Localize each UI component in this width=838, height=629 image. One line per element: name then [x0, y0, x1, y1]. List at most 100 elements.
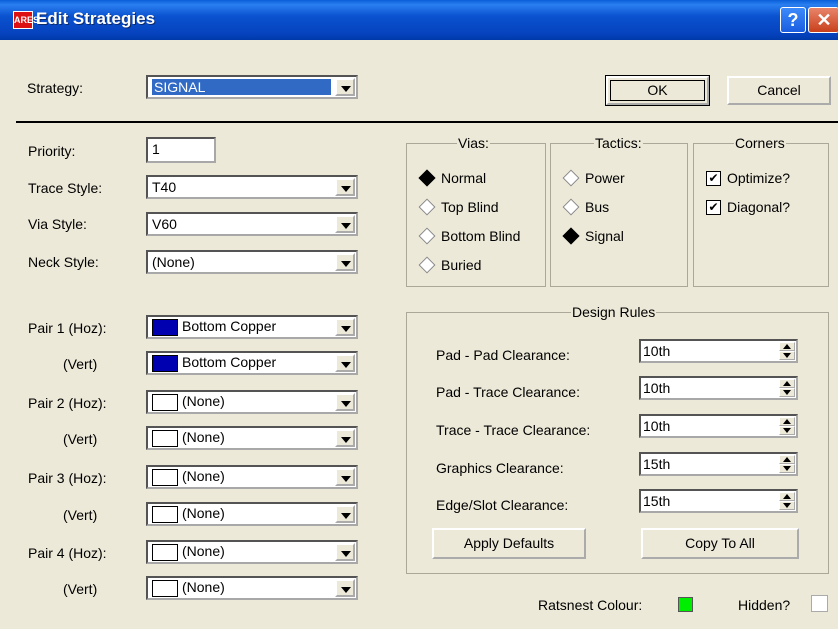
spinner-arrows-icon[interactable]	[779, 417, 795, 435]
chevron-down-icon[interactable]	[335, 215, 355, 233]
clearance-spinner[interactable]: 10th	[639, 414, 798, 438]
layer-color-swatch	[152, 354, 178, 372]
tactics-power-radio[interactable]: Power	[562, 169, 625, 187]
pair-layer-select[interactable]: Bottom Copper	[146, 315, 358, 339]
clearance-value: 10th	[643, 380, 671, 396]
pair-layer-select[interactable]: (None)	[146, 502, 358, 526]
clearance-spinner[interactable]: 15th	[639, 489, 798, 513]
spinner-arrows-icon[interactable]	[779, 492, 795, 510]
design-rule-label: Graphics Clearance:	[436, 460, 564, 476]
chevron-down-icon[interactable]	[335, 429, 355, 447]
ok-button[interactable]: OK	[606, 76, 709, 105]
chevron-down-icon[interactable]	[335, 318, 355, 336]
clearance-spinner[interactable]: 10th	[639, 339, 798, 363]
pair-layer-value: (None)	[152, 393, 225, 411]
diagonal-checkbox[interactable]: ✔ Diagonal?	[706, 199, 790, 216]
vias-group: Vias: Normal Top Blind Bottom Blind Buri…	[406, 135, 546, 287]
radio-label: Bottom Blind	[441, 228, 521, 244]
neck-style-select[interactable]: (None)	[146, 250, 358, 274]
pair-layer-text: (None)	[182, 429, 225, 445]
separator	[16, 121, 838, 123]
via-top-blind-radio[interactable]: Top Blind	[418, 198, 499, 216]
design-rule-label: Trace - Trace Clearance:	[436, 422, 591, 438]
design-rule-label: Pad - Pad Clearance:	[436, 347, 570, 363]
pair-layer-select[interactable]: (None)	[146, 465, 358, 489]
spinner-arrows-icon[interactable]	[779, 379, 795, 397]
via-style-label: Via Style:	[28, 216, 87, 232]
chevron-down-icon[interactable]	[335, 354, 355, 372]
pair-layer-text: (None)	[182, 393, 225, 409]
pair-layer-select[interactable]: Bottom Copper	[146, 351, 358, 375]
trace-style-select[interactable]: T40	[146, 175, 358, 199]
clearance-value: 15th	[643, 493, 671, 509]
layer-color-swatch	[152, 318, 178, 336]
window-title: Edit Strategies	[36, 9, 156, 28]
layer-color-swatch	[152, 579, 178, 597]
via-buried-radio[interactable]: Buried	[418, 256, 482, 274]
chevron-down-icon[interactable]	[335, 543, 355, 561]
pair-layer-text: (None)	[182, 505, 225, 521]
copy-to-all-button[interactable]: Copy To All	[641, 528, 799, 559]
pair-label: (Vert)	[63, 507, 98, 523]
radio-label: Signal	[585, 228, 624, 244]
pair-label: Pair 1 (Hoz):	[28, 320, 107, 336]
clearance-spinner[interactable]: 15th	[639, 452, 798, 476]
pair-layer-select[interactable]: (None)	[146, 540, 358, 564]
chevron-down-icon[interactable]	[335, 78, 355, 96]
pair-layer-select[interactable]: (None)	[146, 426, 358, 450]
pair-layer-text: Bottom Copper	[182, 354, 277, 370]
chevron-down-icon[interactable]	[335, 393, 355, 411]
tactics-signal-radio[interactable]: Signal	[562, 227, 624, 245]
strategy-label: Strategy:	[27, 80, 84, 96]
layer-color-swatch	[152, 468, 178, 486]
strategy-select[interactable]: SIGNAL	[146, 75, 358, 99]
cancel-button[interactable]: Cancel	[727, 76, 831, 105]
radio-label: Buried	[441, 257, 482, 273]
neck-style-label: Neck Style:	[28, 254, 99, 270]
checkbox-label: Diagonal?	[727, 199, 791, 215]
pair-layer-text: (None)	[182, 543, 225, 559]
strategy-value: SIGNAL	[152, 79, 332, 95]
chevron-down-icon[interactable]	[335, 468, 355, 486]
chevron-down-icon[interactable]	[335, 579, 355, 597]
clearance-spinner[interactable]: 10th	[639, 376, 798, 400]
radio-label: Power	[585, 170, 625, 186]
optimize-checkbox[interactable]: ✔ Optimize?	[706, 170, 790, 187]
via-normal-radio[interactable]: Normal	[418, 169, 487, 187]
corners-group: Corners ✔ Optimize? ✔ Diagonal?	[693, 135, 829, 287]
pair-layer-select[interactable]: (None)	[146, 576, 358, 600]
tactics-bus-radio[interactable]: Bus	[562, 198, 609, 216]
pair-layer-value: (None)	[152, 505, 225, 523]
radio-icon	[418, 227, 436, 245]
pair-label: Pair 3 (Hoz):	[28, 470, 107, 486]
chevron-down-icon[interactable]	[335, 253, 355, 271]
close-button[interactable]: ✕	[808, 7, 838, 33]
check-icon: ✔	[706, 170, 721, 186]
pair-label: Pair 2 (Hoz):	[28, 395, 107, 411]
clearance-value: 10th	[643, 418, 671, 434]
pair-label: Pair 4 (Hoz):	[28, 545, 107, 561]
layer-color-swatch	[152, 505, 178, 523]
trace-style-value: T40	[152, 179, 177, 195]
spinner-arrows-icon[interactable]	[779, 455, 795, 473]
chevron-down-icon[interactable]	[335, 178, 355, 196]
hidden-checkbox[interactable]	[811, 595, 828, 612]
ratsnest-colour-swatch[interactable]	[678, 597, 693, 612]
pair-label: (Vert)	[63, 431, 98, 447]
radio-icon	[418, 256, 436, 274]
spinner-arrows-icon[interactable]	[779, 342, 795, 360]
apply-defaults-button[interactable]: Apply Defaults	[432, 528, 586, 559]
hidden-label: Hidden?	[738, 597, 791, 613]
chevron-down-icon[interactable]	[335, 505, 355, 523]
radio-label: Normal	[441, 170, 487, 186]
ares-app-icon: ARES	[13, 11, 39, 29]
pair-layer-select[interactable]: (None)	[146, 390, 358, 414]
pair-layer-value: Bottom Copper	[152, 354, 276, 372]
design-rule-label: Edge/Slot Clearance:	[436, 497, 569, 513]
priority-input[interactable]: 1	[146, 137, 216, 163]
radio-icon	[562, 169, 580, 187]
help-button[interactable]: ?	[780, 7, 806, 33]
pair-layer-value: (None)	[152, 579, 225, 597]
via-bottom-blind-radio[interactable]: Bottom Blind	[418, 227, 521, 245]
via-style-select[interactable]: V60	[146, 212, 358, 236]
